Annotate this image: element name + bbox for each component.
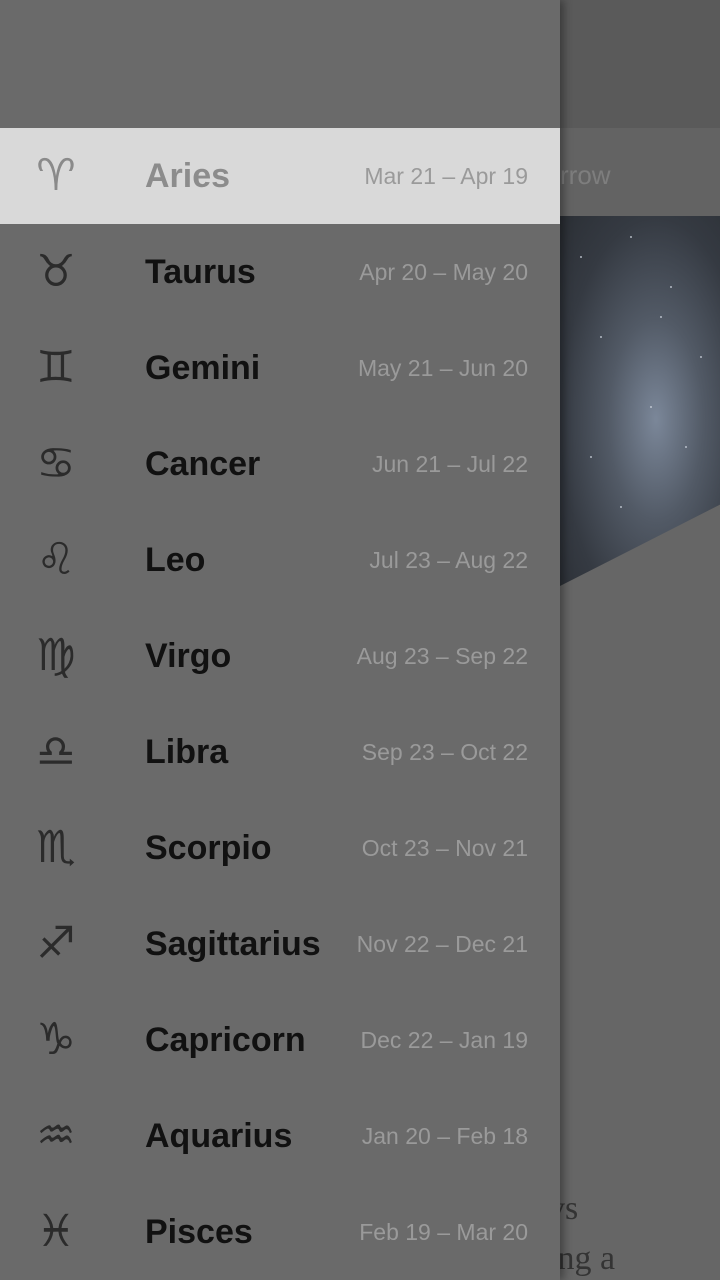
drawer-item-aquarius[interactable]: ♒ Aquarius Jan 20 – Feb 18 bbox=[0, 1088, 560, 1184]
taurus-icon: ♉ bbox=[36, 246, 76, 297]
drawer-item-label: Taurus bbox=[145, 252, 256, 291]
drawer-item-date-range: Jan 20 – Feb 18 bbox=[361, 1122, 528, 1149]
aquarius-icon: ♒ bbox=[36, 1110, 76, 1161]
drawer-item-sagittarius[interactable]: ♐ Sagittarius Nov 22 – Dec 21 bbox=[0, 896, 560, 992]
drawer-item-label: Libra bbox=[145, 732, 229, 771]
drawer-item-leo[interactable]: ♌ Leo Jul 23 – Aug 22 bbox=[0, 512, 560, 608]
drawer-item-date-range: Nov 22 – Dec 21 bbox=[356, 930, 528, 957]
drawer-item-date-range: Sep 23 – Oct 22 bbox=[361, 738, 528, 765]
drawer-item-label: Leo bbox=[145, 540, 206, 579]
sagittarius-icon: ♐ bbox=[36, 918, 76, 969]
scorpio-icon: ♏ bbox=[36, 822, 76, 873]
gemini-icon: ♊ bbox=[36, 342, 76, 393]
drawer-item-cancer[interactable]: ♋ Cancer Jun 21 – Jul 22 bbox=[0, 416, 560, 512]
background-tab-label: rrow bbox=[560, 160, 611, 190]
drawer-item-taurus[interactable]: ♉ Taurus Apr 20 – May 20 bbox=[0, 224, 560, 320]
drawer-item-date-range: Feb 19 – Mar 20 bbox=[359, 1218, 528, 1245]
drawer-item-label: Cancer bbox=[145, 444, 261, 483]
cancer-icon: ♋ bbox=[36, 438, 76, 489]
background-starfield-image bbox=[560, 216, 720, 586]
drawer-header bbox=[0, 0, 560, 128]
drawer-item-date-range: Jul 23 – Aug 22 bbox=[369, 546, 528, 573]
drawer-item-label: Scorpio bbox=[145, 828, 272, 867]
leo-icon: ♌ bbox=[36, 534, 76, 585]
drawer-item-libra[interactable]: ♎ Libra Sep 23 – Oct 22 bbox=[0, 704, 560, 800]
drawer-item-gemini[interactable]: ♊ Gemini May 21 – Jun 20 bbox=[0, 320, 560, 416]
drawer-item-date-range: Jun 21 – Jul 22 bbox=[371, 450, 528, 477]
drawer-item-label: Virgo bbox=[145, 636, 232, 675]
drawer-item-label: Aries bbox=[145, 156, 231, 195]
drawer-item-date-range: May 21 – Jun 20 bbox=[357, 354, 528, 381]
virgo-icon: ♍ bbox=[36, 630, 76, 681]
aries-icon: ♈ bbox=[36, 150, 76, 201]
drawer-item-pisces[interactable]: ♓ Pisces Feb 19 – Mar 20 bbox=[0, 1184, 560, 1280]
drawer-item-date-range: Oct 23 – Nov 21 bbox=[361, 834, 528, 861]
drawer-item-date-range: Aug 23 – Sep 22 bbox=[356, 642, 528, 669]
drawer-item-date-range: Apr 20 – May 20 bbox=[359, 258, 528, 285]
drawer-item-date-range: Mar 21 – Apr 19 bbox=[364, 162, 528, 189]
drawer-item-capricorn[interactable]: ♑ Capricorn Dec 22 – Jan 19 bbox=[0, 992, 560, 1088]
drawer-item-label: Capricorn bbox=[145, 1020, 306, 1059]
drawer-item-label: Aquarius bbox=[145, 1116, 293, 1155]
drawer-item-scorpio[interactable]: ♏ Scorpio Oct 23 – Nov 21 bbox=[0, 800, 560, 896]
pisces-icon: ♓ bbox=[36, 1206, 76, 1257]
drawer-item-label: Sagittarius bbox=[145, 924, 321, 963]
libra-icon: ♎ bbox=[36, 726, 76, 777]
zodiac-navigation-drawer: ♈ Aries Mar 21 – Apr 19 ♉ Taurus Apr 20 – May… bbox=[0, 0, 560, 1280]
drawer-item-label: Gemini bbox=[145, 348, 261, 387]
drawer-item-aries[interactable]: ♈ Aries Mar 21 – Apr 19 bbox=[0, 128, 560, 224]
capricorn-icon: ♑ bbox=[36, 1014, 76, 1065]
drawer-item-virgo[interactable]: ♍ Virgo Aug 23 – Sep 22 bbox=[0, 608, 560, 704]
drawer-item-label: Pisces bbox=[145, 1212, 253, 1251]
drawer-item-date-range: Dec 22 – Jan 19 bbox=[360, 1026, 528, 1053]
